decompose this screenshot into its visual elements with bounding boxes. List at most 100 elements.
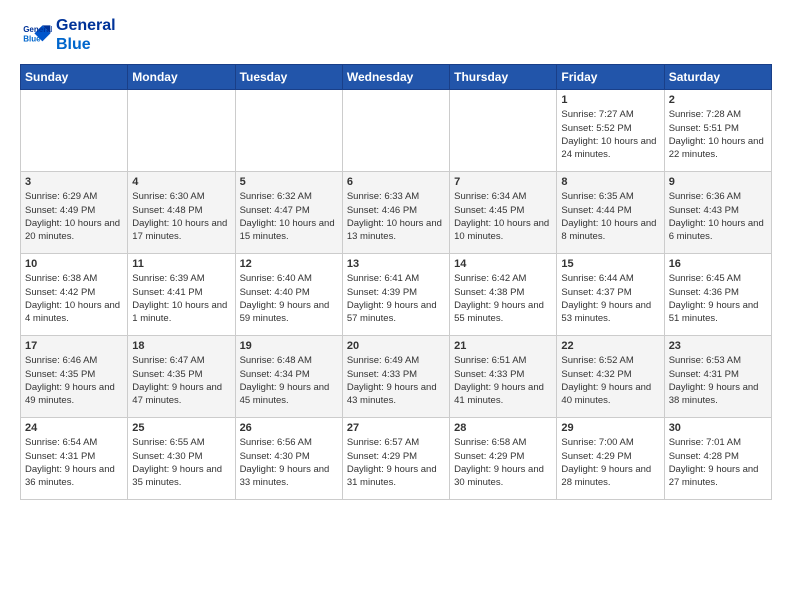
calendar-cell: 21 Sunrise: 6:51 AM Sunset: 4:33 PM Dayli… [450, 336, 557, 418]
calendar-cell: 24 Sunrise: 6:54 AM Sunset: 4:31 PM Dayli… [21, 418, 128, 500]
calendar-header-tuesday: Tuesday [235, 65, 342, 90]
calendar-cell: 28 Sunrise: 6:58 AM Sunset: 4:29 PM Dayli… [450, 418, 557, 500]
day-number: 24 [25, 422, 123, 434]
calendar-cell: 1 Sunrise: 7:27 AM Sunset: 5:52 PM Daylig… [557, 90, 664, 172]
day-number: 5 [240, 176, 338, 188]
calendar-header-thursday: Thursday [450, 65, 557, 90]
day-number: 20 [347, 340, 445, 352]
calendar-table: SundayMondayTuesdayWednesdayThursdayFrid… [20, 64, 772, 500]
day-info: Sunrise: 6:44 AM Sunset: 4:37 PM Dayligh… [561, 272, 659, 325]
day-info: Sunrise: 6:33 AM Sunset: 4:46 PM Dayligh… [347, 190, 445, 243]
calendar-header-saturday: Saturday [664, 65, 771, 90]
day-info: Sunrise: 6:46 AM Sunset: 4:35 PM Dayligh… [25, 354, 123, 407]
logo-icon: General Blue [20, 19, 52, 51]
day-info: Sunrise: 6:47 AM Sunset: 4:35 PM Dayligh… [132, 354, 230, 407]
calendar-cell: 19 Sunrise: 6:48 AM Sunset: 4:34 PM Dayli… [235, 336, 342, 418]
day-number: 15 [561, 258, 659, 270]
logo: General Blue General Blue [20, 16, 116, 54]
calendar-cell: 3 Sunrise: 6:29 AM Sunset: 4:49 PM Daylig… [21, 172, 128, 254]
day-info: Sunrise: 6:56 AM Sunset: 4:30 PM Dayligh… [240, 436, 338, 489]
calendar-cell: 6Sunrise: 6:33 AM Sunset: 4:46 PM Daylig… [342, 172, 449, 254]
logo-text: General Blue [56, 16, 116, 54]
day-info: Sunrise: 6:55 AM Sunset: 4:30 PM Dayligh… [132, 436, 230, 489]
day-number: 25 [132, 422, 230, 434]
day-info: Sunrise: 6:29 AM Sunset: 4:49 PM Dayligh… [25, 190, 123, 243]
day-number: 8 [561, 176, 659, 188]
day-number: 7 [454, 176, 552, 188]
day-info: Sunrise: 6:48 AM Sunset: 4:34 PM Dayligh… [240, 354, 338, 407]
calendar-cell: 25 Sunrise: 6:55 AM Sunset: 4:30 PM Dayli… [128, 418, 235, 500]
calendar-cell: 20 Sunrise: 6:49 AM Sunset: 4:33 PM Dayli… [342, 336, 449, 418]
day-info: Sunrise: 6:38 AM Sunset: 4:42 PM Dayligh… [25, 272, 123, 325]
day-number: 16 [669, 258, 767, 270]
calendar-cell: 26Sunrise: 6:56 AM Sunset: 4:30 PM Dayli… [235, 418, 342, 500]
page: General Blue General Blue SundayMondayTu… [0, 0, 792, 612]
calendar-week-1: 1 Sunrise: 7:27 AM Sunset: 5:52 PM Daylig… [21, 90, 772, 172]
svg-text:Blue: Blue [23, 35, 41, 44]
header: General Blue General Blue [20, 16, 772, 54]
calendar-cell: 14 Sunrise: 6:42 AM Sunset: 4:38 PM Dayli… [450, 254, 557, 336]
calendar-header-wednesday: Wednesday [342, 65, 449, 90]
day-info: Sunrise: 6:40 AM Sunset: 4:40 PM Dayligh… [240, 272, 338, 325]
calendar-week-5: 24 Sunrise: 6:54 AM Sunset: 4:31 PM Dayli… [21, 418, 772, 500]
day-number: 14 [454, 258, 552, 270]
calendar-cell: 29 Sunrise: 7:00 AM Sunset: 4:29 PM Dayli… [557, 418, 664, 500]
day-number: 19 [240, 340, 338, 352]
day-info: Sunrise: 7:01 AM Sunset: 4:28 PM Dayligh… [669, 436, 767, 489]
day-number: 3 [25, 176, 123, 188]
calendar-cell: 30 Sunrise: 7:01 AM Sunset: 4:28 PM Dayli… [664, 418, 771, 500]
calendar-cell: 16 Sunrise: 6:45 AM Sunset: 4:36 PM Dayli… [664, 254, 771, 336]
day-number: 9 [669, 176, 767, 188]
calendar-cell: 2Sunrise: 7:28 AM Sunset: 5:51 PM Daylig… [664, 90, 771, 172]
day-number: 27 [347, 422, 445, 434]
calendar-week-3: 10 Sunrise: 6:38 AM Sunset: 4:42 PM Dayli… [21, 254, 772, 336]
day-number: 23 [669, 340, 767, 352]
calendar-cell: 23 Sunrise: 6:53 AM Sunset: 4:31 PM Dayli… [664, 336, 771, 418]
calendar-cell: 8 Sunrise: 6:35 AM Sunset: 4:44 PM Daylig… [557, 172, 664, 254]
day-number: 28 [454, 422, 552, 434]
day-info: Sunrise: 6:49 AM Sunset: 4:33 PM Dayligh… [347, 354, 445, 407]
day-number: 13 [347, 258, 445, 270]
day-info: Sunrise: 6:54 AM Sunset: 4:31 PM Dayligh… [25, 436, 123, 489]
day-info: Sunrise: 6:42 AM Sunset: 4:38 PM Dayligh… [454, 272, 552, 325]
day-number: 30 [669, 422, 767, 434]
calendar-cell: 11Sunrise: 6:39 AM Sunset: 4:41 PM Dayli… [128, 254, 235, 336]
calendar-cell: 15 Sunrise: 6:44 AM Sunset: 4:37 PM Dayli… [557, 254, 664, 336]
day-info: Sunrise: 7:00 AM Sunset: 4:29 PM Dayligh… [561, 436, 659, 489]
calendar-header-monday: Monday [128, 65, 235, 90]
svg-text:General: General [23, 25, 52, 34]
calendar-header-row: SundayMondayTuesdayWednesdayThursdayFrid… [21, 65, 772, 90]
day-number: 29 [561, 422, 659, 434]
calendar-cell [235, 90, 342, 172]
day-number: 4 [132, 176, 230, 188]
day-info: Sunrise: 6:53 AM Sunset: 4:31 PM Dayligh… [669, 354, 767, 407]
day-info: Sunrise: 6:58 AM Sunset: 4:29 PM Dayligh… [454, 436, 552, 489]
calendar-week-2: 3 Sunrise: 6:29 AM Sunset: 4:49 PM Daylig… [21, 172, 772, 254]
day-info: Sunrise: 7:27 AM Sunset: 5:52 PM Dayligh… [561, 108, 659, 161]
calendar-cell [21, 90, 128, 172]
day-info: Sunrise: 6:35 AM Sunset: 4:44 PM Dayligh… [561, 190, 659, 243]
calendar-week-4: 17 Sunrise: 6:46 AM Sunset: 4:35 PM Dayli… [21, 336, 772, 418]
day-number: 21 [454, 340, 552, 352]
calendar-cell: 18Sunrise: 6:47 AM Sunset: 4:35 PM Dayli… [128, 336, 235, 418]
day-info: Sunrise: 6:51 AM Sunset: 4:33 PM Dayligh… [454, 354, 552, 407]
calendar-cell: 7 Sunrise: 6:34 AM Sunset: 4:45 PM Daylig… [450, 172, 557, 254]
calendar-cell: 5 Sunrise: 6:32 AM Sunset: 4:47 PM Daylig… [235, 172, 342, 254]
calendar-cell [342, 90, 449, 172]
day-number: 12 [240, 258, 338, 270]
day-info: Sunrise: 6:32 AM Sunset: 4:47 PM Dayligh… [240, 190, 338, 243]
calendar-cell: 17 Sunrise: 6:46 AM Sunset: 4:35 PM Dayli… [21, 336, 128, 418]
day-info: Sunrise: 6:52 AM Sunset: 4:32 PM Dayligh… [561, 354, 659, 407]
day-number: 2 [669, 94, 767, 106]
day-number: 17 [25, 340, 123, 352]
day-number: 10 [25, 258, 123, 270]
calendar-cell: 27Sunrise: 6:57 AM Sunset: 4:29 PM Dayli… [342, 418, 449, 500]
day-info: Sunrise: 6:34 AM Sunset: 4:45 PM Dayligh… [454, 190, 552, 243]
calendar-cell: 22Sunrise: 6:52 AM Sunset: 4:32 PM Dayli… [557, 336, 664, 418]
calendar-cell: 12 Sunrise: 6:40 AM Sunset: 4:40 PM Dayli… [235, 254, 342, 336]
day-info: Sunrise: 6:45 AM Sunset: 4:36 PM Dayligh… [669, 272, 767, 325]
day-info: Sunrise: 6:41 AM Sunset: 4:39 PM Dayligh… [347, 272, 445, 325]
day-number: 11 [132, 258, 230, 270]
day-info: Sunrise: 6:30 AM Sunset: 4:48 PM Dayligh… [132, 190, 230, 243]
day-number: 1 [561, 94, 659, 106]
